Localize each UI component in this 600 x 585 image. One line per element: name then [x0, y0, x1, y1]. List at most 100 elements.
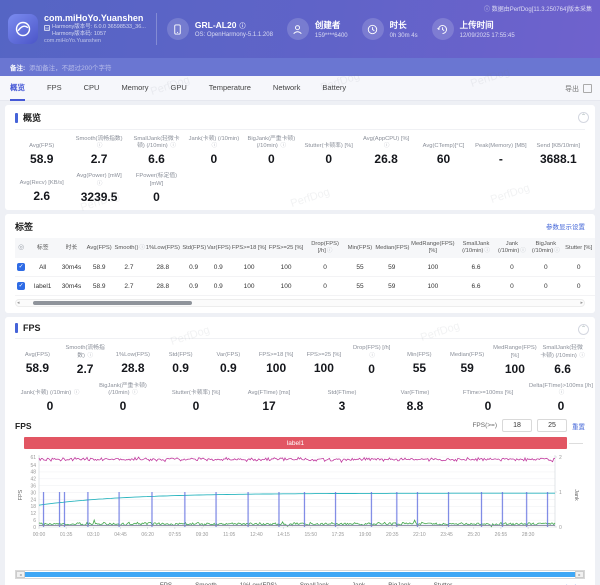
display-settings-link[interactable]: 参数显示设置: [546, 221, 585, 231]
remark-input[interactable]: 备注: 添加备注，不超过200个字符: [0, 58, 600, 76]
metric-value: 60: [417, 152, 470, 166]
chart-scrollbar-bar[interactable]: [25, 572, 575, 577]
info-icon[interactable]: ⓘ: [520, 248, 526, 254]
metric-label: Avg(FPS): [15, 136, 68, 150]
table-cell: 58.9: [85, 258, 114, 277]
tab-temperature[interactable]: Temperature: [209, 76, 251, 101]
metric-value: 0: [526, 399, 596, 413]
table-horizontal-scrollbar[interactable]: ◂ ▸: [15, 299, 585, 307]
metric-value: 6.6: [130, 152, 183, 166]
device-os: OS: OpenHarmony-5.1.1.208: [195, 32, 273, 38]
metric-label: Std(FTime): [307, 383, 377, 397]
svg-text:17:25: 17:25: [332, 532, 345, 538]
chart-scroll-right-button[interactable]: ▸: [575, 571, 584, 578]
upload-time-label: 上传时间: [460, 19, 515, 31]
metric: Delta(FTime)>100ms [/h] ⓘ0: [526, 383, 596, 413]
info-icon[interactable]: ⓘ: [484, 248, 490, 254]
metric: BigJank(严重卡顿) (/10min) ⓘ0: [88, 383, 158, 413]
scroll-left-arrow[interactable]: ◂: [17, 300, 20, 306]
info-icon[interactable]: ⓘ: [74, 390, 80, 396]
metric: BigJank(严重卡顿) (/10min) ⓘ0: [245, 136, 298, 166]
info-icon[interactable]: ⓘ: [97, 181, 103, 187]
overview-collapse-button[interactable]: ⌃: [578, 112, 589, 123]
info-icon[interactable]: ⓘ: [327, 248, 333, 254]
svg-text:00:00: 00:00: [33, 532, 46, 538]
info-icon[interactable]: ⓘ: [170, 143, 176, 149]
metric: Stutter(卡顿率) [%]0: [302, 136, 355, 166]
svg-text:42: 42: [30, 477, 36, 483]
reset-link[interactable]: 重置: [572, 421, 585, 431]
table-cell: 100: [409, 277, 456, 296]
chart-scroll-left-button[interactable]: ◂: [16, 571, 25, 578]
table-cell: 55: [346, 258, 375, 277]
table-cell: 0.9: [181, 277, 206, 296]
tab-battery[interactable]: Battery: [322, 76, 346, 101]
table-cell: 6.6: [456, 277, 495, 296]
device-info-icon[interactable]: ⓘ: [239, 21, 245, 30]
table-cell: All: [27, 258, 58, 277]
tab-memory[interactable]: Memory: [121, 76, 148, 101]
tab-cpu[interactable]: CPU: [84, 76, 100, 101]
metric-value: 58.9: [15, 361, 60, 375]
chart-horizontal-scrollbar[interactable]: ◂ ▸: [15, 570, 585, 579]
table-cell: 30m4s: [58, 277, 85, 296]
duration-label: 时长: [390, 19, 418, 31]
fps-threshold-high-input[interactable]: [537, 419, 567, 432]
fps-collapse-button[interactable]: ⌃: [578, 324, 589, 335]
svg-text:Jank: Jank: [573, 490, 579, 502]
svg-text:30: 30: [30, 491, 36, 497]
table-cell: 2.7: [114, 277, 145, 296]
svg-text:0: 0: [559, 525, 562, 531]
info-icon[interactable]: ⓘ: [280, 143, 286, 149]
tab-gpu[interactable]: GPU: [171, 76, 187, 101]
tab-概览[interactable]: 概览: [10, 76, 25, 101]
svg-text:48: 48: [30, 470, 36, 476]
info-icon[interactable]: ⓘ: [369, 353, 375, 359]
table-cell: 55: [346, 277, 375, 296]
metric: FTime>=100ms [%]0: [453, 383, 523, 413]
metric-value: 26.8: [359, 152, 412, 166]
fps-line-chart[interactable]: 06121824303642485461012FPSJank00:0001:35…: [15, 451, 585, 563]
metric-label: 1%Low(FPS): [111, 345, 156, 359]
info-icon[interactable]: ⓘ: [139, 245, 145, 251]
scrollbar-thumb[interactable]: [33, 301, 192, 305]
table-cell: 0.9: [206, 258, 231, 277]
column-header: Avg(FPS): [85, 238, 114, 258]
table-cell: 100: [231, 258, 268, 277]
metric-label: Drop(FPS) [/h] ⓘ: [349, 345, 394, 359]
metric: MedRange(FPS)[%]100: [493, 345, 538, 375]
tab-fps[interactable]: FPS: [47, 76, 62, 101]
metric-value: 6.6: [540, 362, 585, 376]
labels-section: 标签 参数显示设置 ◎标签时长Avg(FPS)Smooth()ⓘ1%Low(FP…: [5, 214, 595, 313]
scroll-right-arrow[interactable]: ▸: [580, 300, 583, 306]
info-icon[interactable]: ⓘ: [212, 143, 218, 149]
svg-text:23:45: 23:45: [440, 532, 453, 538]
svg-text:07:55: 07:55: [169, 532, 182, 538]
creator-block: 创建者 159****6400: [287, 18, 348, 40]
column-header: Jank (/10min)ⓘ: [496, 238, 529, 258]
info-icon[interactable]: ⓘ: [559, 390, 565, 396]
column-header: Avg(FTime): [594, 238, 595, 258]
app-block: com.miHoYo.Yuanshen HHarmony版本号: 6.0.0 3…: [8, 13, 146, 45]
info-icon[interactable]: ⓘ: [384, 143, 390, 149]
table-cell: 0: [496, 258, 529, 277]
info-icon[interactable]: ⓘ: [88, 353, 94, 359]
export-button[interactable]: 导出: [565, 76, 592, 101]
info-icon[interactable]: ⓘ: [554, 248, 560, 254]
metric-value: 55: [397, 361, 442, 375]
svg-text:0: 0: [33, 525, 36, 531]
fps-threshold-low-input[interactable]: [502, 419, 532, 432]
fps-section: FPS ⌃ Avg(FPS)58.9Smooth(流畅指数) ⓘ2.71%Low…: [5, 317, 595, 585]
perfdog-report-page: ⓘ 数据由PerfDog[11.3.250764]版本采集 com.miHoYo…: [0, 0, 600, 585]
info-icon[interactable]: ⓘ: [97, 143, 103, 149]
info-icon[interactable]: ⓘ: [132, 390, 138, 396]
history-clock-icon: [432, 18, 454, 40]
metric-value: 28.8: [111, 361, 156, 375]
svg-text:25:20: 25:20: [468, 532, 481, 538]
info-icon[interactable]: ⓘ: [579, 353, 585, 359]
metric: Jank(卡顿) (/10min) ⓘ0: [15, 383, 85, 413]
row-checkbox[interactable]: ✓: [17, 282, 25, 290]
metric: FPower(标定值) [mW]0: [130, 173, 183, 203]
tab-network[interactable]: Network: [273, 76, 301, 101]
row-checkbox[interactable]: ✓: [17, 263, 25, 271]
